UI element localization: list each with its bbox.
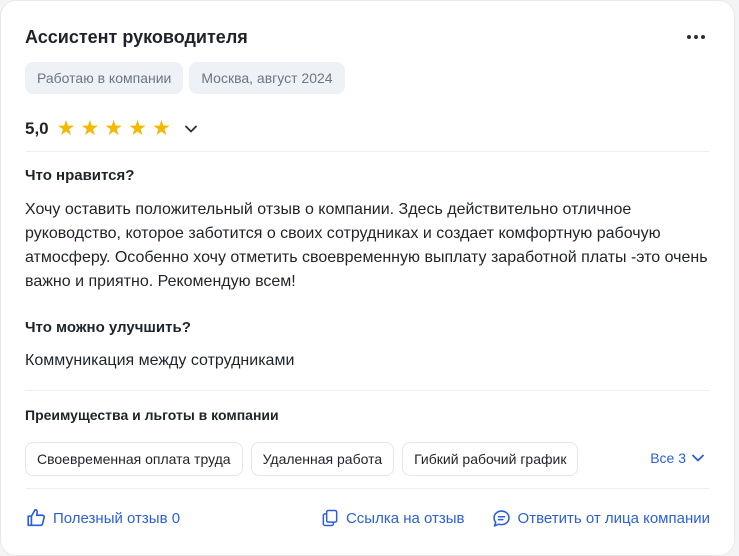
review-footer: Полезный отзыв 0 Ссылка на отзыв Ответит… [25, 507, 710, 529]
tag-location-date: Москва, август 2024 [189, 62, 345, 94]
chevron-down-icon[interactable] [182, 120, 200, 138]
helpful-label: Полезный отзыв 0 [53, 509, 181, 527]
divider [25, 151, 710, 152]
star-icon: ★ [80, 117, 100, 140]
reply-label: Ответить от лица компании [517, 509, 710, 527]
thumbs-up-icon [27, 508, 46, 527]
chat-icon [492, 509, 510, 527]
divider [25, 488, 710, 489]
chevron-down-icon [692, 454, 704, 462]
benefits-title: Преимущества и льготы в компании [25, 407, 279, 423]
benefit-chip: Своевременная оплата труда [25, 442, 243, 476]
benefit-chip: Гибкий рабочий график [402, 442, 579, 476]
likes-text: Хочу оставить положительный отзыв о комп… [25, 201, 708, 290]
benefits-chips: Своевременная оплата труда Удаленная раб… [25, 442, 710, 476]
star-icon: ★ [128, 117, 147, 140]
review-title: Ассистент руководителя [25, 27, 248, 47]
star-icon: ★ [104, 117, 124, 140]
tag-employment: Работаю в компании [25, 62, 184, 94]
review-tags: Работаю в компании Москва, август 2024 [25, 62, 710, 94]
divider [25, 390, 710, 391]
helpful-button[interactable]: Полезный отзыв 0 [25, 507, 180, 529]
improve-text: Коммуникация между сотрудниками [25, 352, 295, 369]
reply-as-company-button[interactable]: Ответить от лица компании [491, 508, 710, 529]
rating-value: 5,0 [25, 118, 49, 138]
copy-link-icon [322, 509, 338, 527]
rating: 5,0 ★ ★ ★ ★ ★ [25, 118, 710, 139]
benefit-chip: Удаленная работа [250, 442, 395, 476]
show-all-benefits-button[interactable]: Все 3 [650, 450, 704, 466]
copy-link-label: Ссылка на отзыв [345, 509, 465, 527]
improve-heading: Что можно улучшить? [25, 319, 191, 336]
star-icon: ★ [151, 117, 171, 140]
likes-heading: Что нравится? [25, 167, 135, 184]
star-icon: ★ [56, 117, 76, 140]
more-icon[interactable] [682, 25, 710, 49]
review-card: Ассистент руководителя Работаю в компани… [0, 0, 735, 556]
show-all-label: Все 3 [650, 450, 686, 466]
copy-link-button[interactable]: Ссылка на отзыв [320, 508, 465, 529]
